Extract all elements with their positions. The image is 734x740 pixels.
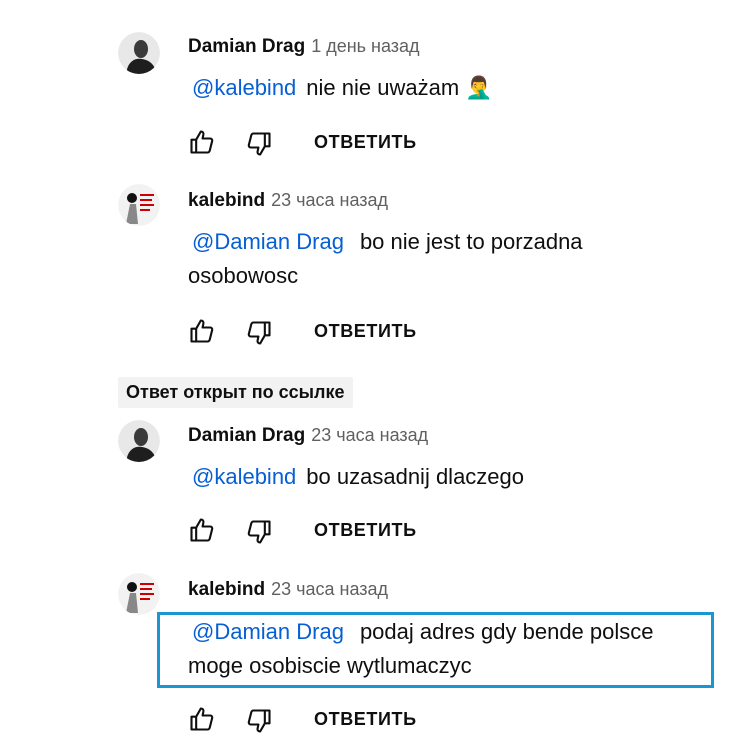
comment-text: @kalebind nie nie uważam 🤦‍♂️ — [192, 75, 493, 100]
thumbs-up-icon — [190, 518, 214, 542]
dislike-button[interactable] — [245, 319, 273, 352]
thumbs-up-icon — [190, 130, 214, 154]
comment-text: @kalebind bo uzasadnij dlaczego — [192, 464, 525, 489]
comment-author[interactable]: kalebind — [188, 579, 265, 600]
comment-text: @Damian Drag bo nie jest to porzadna osobo… — [188, 229, 583, 288]
dislike-button[interactable] — [245, 130, 273, 163]
mention-link[interactable]: @kalebind — [192, 464, 296, 489]
like-button[interactable] — [188, 128, 216, 161]
like-button[interactable] — [188, 705, 216, 738]
comment-time[interactable]: 23 часа назад — [271, 190, 388, 210]
comment-author[interactable]: Damian Drag — [188, 425, 305, 446]
reply-button[interactable]: ОТВЕТИТЬ — [314, 709, 417, 730]
avatar[interactable] — [118, 420, 160, 462]
comment-time[interactable]: 23 часа назад — [311, 425, 428, 445]
thumbs-up-icon — [190, 707, 214, 731]
comment-time[interactable]: 1 день назад — [311, 36, 419, 56]
reply-button[interactable]: ОТВЕТИТЬ — [314, 132, 417, 153]
dislike-button[interactable] — [245, 518, 273, 551]
dislike-button[interactable] — [245, 707, 273, 740]
mention-link[interactable]: @Damian Drag — [192, 229, 344, 254]
thumbs-down-icon — [247, 321, 271, 345]
comment-text: @Damian Drag podaj adres gdy bende polsce… — [188, 619, 654, 678]
thumbs-down-icon — [247, 709, 271, 733]
comment-author[interactable]: kalebind — [188, 190, 265, 211]
thumbs-down-icon — [247, 132, 271, 156]
comment-author[interactable]: Damian Drag — [188, 36, 305, 57]
thumbs-up-icon — [190, 319, 214, 343]
thumbs-down-icon — [247, 520, 271, 544]
like-button[interactable] — [188, 317, 216, 350]
reply-button[interactable]: ОТВЕТИТЬ — [314, 321, 417, 342]
mention-link[interactable]: @Damian Drag — [192, 619, 344, 644]
avatar[interactable] — [118, 573, 160, 615]
reply-button[interactable]: ОТВЕТИТЬ — [314, 520, 417, 541]
mention-link[interactable]: @kalebind — [192, 75, 296, 100]
like-button[interactable] — [188, 516, 216, 549]
avatar[interactable] — [118, 32, 160, 74]
avatar[interactable] — [118, 184, 160, 226]
highlighted-reply-chip: Ответ открыт по ссылке — [118, 377, 353, 408]
comment-time[interactable]: 23 часа назад — [271, 579, 388, 599]
